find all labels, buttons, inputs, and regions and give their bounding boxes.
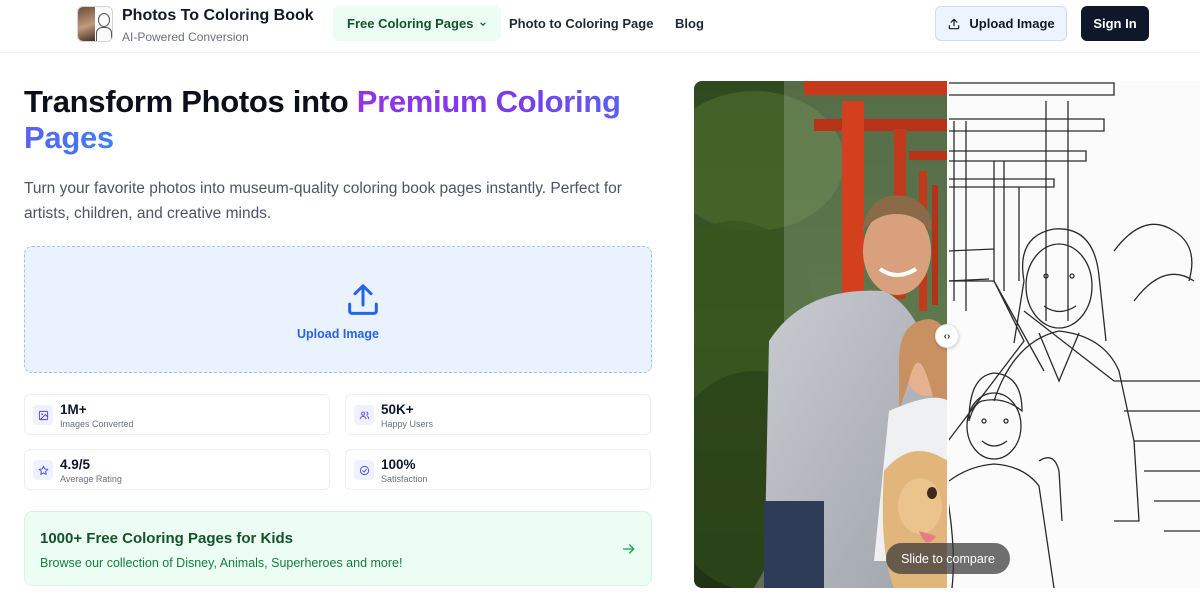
- users-icon: [354, 405, 374, 425]
- stat-value: 1M+: [60, 402, 87, 417]
- brand-title[interactable]: Photos To Coloring Book: [122, 7, 314, 25]
- arrow-right-icon: [623, 544, 635, 554]
- brand-subtitle: AI-Powered Conversion: [122, 30, 249, 44]
- nav-free-coloring-pages[interactable]: Free Coloring Pages: [333, 6, 502, 41]
- upload-icon: [348, 284, 378, 315]
- stat-happy-users: 50K+ Happy Users: [345, 394, 651, 435]
- nav-photo-to-coloring-page[interactable]: Photo to Coloring Page: [509, 6, 653, 41]
- upload-icon: [949, 18, 960, 29]
- slide-to-compare-hint: Slide to compare: [886, 543, 1010, 574]
- chevron-down-icon: [480, 21, 487, 26]
- stat-label: Happy Users: [381, 419, 434, 429]
- compare-slider-handle[interactable]: ‹›: [935, 324, 959, 348]
- signin-button[interactable]: Sign In: [1081, 6, 1149, 41]
- top-navbar: Photos To Coloring Book AI-Powered Conve…: [0, 0, 1200, 53]
- stat-value: 4.9/5: [60, 457, 91, 472]
- check-circle-icon: [354, 460, 374, 480]
- banner-subtitle: Browse our collection of Disney, Animals…: [40, 556, 403, 570]
- stat-value: 100%: [381, 457, 416, 472]
- stat-satisfaction: 100% Satisfaction: [345, 449, 651, 490]
- hero-description: Turn your favorite photos into museum-qu…: [24, 180, 622, 222]
- hero-title-plain: Transform Photos into: [24, 84, 357, 119]
- header-upload-button[interactable]: Upload Image: [935, 6, 1067, 41]
- upload-dropzone[interactable]: Upload Image: [24, 246, 652, 373]
- header-upload-label: Upload Image: [969, 16, 1055, 31]
- hero-title: Transform Photos into Premium Coloring P…: [24, 84, 664, 156]
- nav-free-coloring-pages-label: Free Coloring Pages: [347, 16, 474, 31]
- stat-label: Images Converted: [60, 419, 134, 429]
- stat-label: Average Rating: [60, 474, 122, 484]
- banner-title: 1000+ Free Coloring Pages for Kids: [40, 530, 294, 547]
- stat-label: Satisfaction: [381, 474, 428, 484]
- image-icon: [33, 405, 53, 425]
- star-icon: [33, 460, 53, 480]
- stat-value: 50K+: [381, 402, 414, 417]
- dropzone-label: Upload Image: [297, 327, 379, 341]
- stat-images-converted: 1M+ Images Converted: [24, 394, 330, 435]
- brand-logo[interactable]: [77, 6, 113, 42]
- stat-average-rating: 4.9/5 Average Rating: [24, 449, 330, 490]
- nav-blog[interactable]: Blog: [675, 6, 704, 41]
- free-coloring-pages-banner[interactable]: 1000+ Free Coloring Pages for Kids Brows…: [24, 511, 652, 586]
